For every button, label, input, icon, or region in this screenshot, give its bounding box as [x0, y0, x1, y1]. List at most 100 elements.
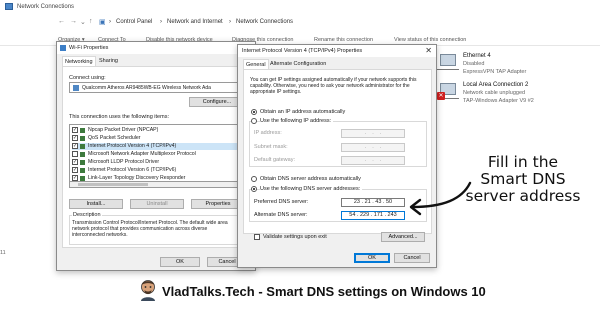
list-item[interactable]: ✓ QoS Packet Scheduler [72, 135, 242, 142]
preferred-dns-field[interactable]: 23 . 21 . 43 . 50 [341, 198, 405, 207]
component-icon [80, 136, 85, 141]
install-button[interactable]: Install... [69, 199, 123, 209]
address-bar[interactable]: ← → ⌄ ↑ ▣ › Control Panel › Network and … [0, 14, 600, 30]
subnet-mask-field[interactable]: . . . [341, 143, 405, 152]
avatar [141, 280, 155, 301]
uninstall-button[interactable]: Uninstall [130, 199, 184, 209]
item-count-fragment: 11 [0, 250, 6, 256]
adapter-local-area-connection-2[interactable]: ✕ Local Area Connection 2 Network cable … [435, 81, 600, 109]
network-folder-icon [5, 3, 13, 10]
default-gateway-field[interactable]: . . . [341, 156, 405, 165]
breadcrumb-network-connections[interactable]: Network Connections [236, 19, 293, 25]
adapter-icon [73, 85, 79, 91]
breadcrumb-control-panel[interactable]: Control Panel [116, 19, 152, 25]
component-label: Internet Protocol Version 4 (TCP/IPv4) [88, 143, 177, 149]
ipv4-properties-dialog: Internet Protocol Version 4 (TCP/IPv4) P… [237, 44, 437, 268]
component-icon [80, 144, 85, 149]
list-item[interactable]: Microsoft Network Adapter Multiplexor Pr… [72, 151, 242, 158]
validate-checkbox[interactable] [254, 234, 260, 240]
adapter-name: Qualcomm Atheros AR9485WB-EG Wireless Ne… [82, 85, 211, 91]
close-icon[interactable]: ✕ [425, 46, 432, 55]
use-following-dns-radio[interactable] [251, 186, 257, 192]
breadcrumb-network-internet[interactable]: Network and Internet [167, 19, 223, 25]
horizontal-scrollbar[interactable] [69, 182, 245, 188]
tab-networking[interactable]: Networking [62, 56, 96, 66]
tab-alternate-configuration[interactable]: Alternate Configuration [268, 59, 328, 69]
use-following-ip-radio[interactable] [251, 118, 257, 124]
disconnected-x-icon: ✕ [437, 92, 445, 100]
footer: VladTalks.Tech - Smart DNS settings on W… [0, 278, 600, 309]
subnet-mask-label: Subnet mask: [254, 144, 288, 150]
checkbox[interactable]: ✓ [72, 175, 78, 181]
obtain-ip-auto-label: Obtain an IP address automatically [260, 109, 346, 115]
intro-text: You can get IP settings assigned automat… [250, 77, 417, 95]
description-label: Description [72, 212, 102, 218]
components-list[interactable]: ✓ Npcap Packet Driver (NPCAP) ✓ QoS Pack… [69, 124, 245, 182]
control-panel-icon: ▣ [99, 19, 106, 26]
network-adapter-icon [437, 54, 459, 72]
list-item[interactable]: ✓ Internet Protocol Version 6 (TCP/IPv6) [72, 167, 242, 174]
adapter-driver: ExpressVPN TAP Adapter [463, 69, 527, 75]
scrollbar-thumb[interactable] [78, 183, 148, 186]
list-item[interactable]: ✓ Microsoft LLDP Protocol Driver [72, 159, 242, 166]
component-label: Npcap Packet Driver (NPCAP) [88, 127, 159, 133]
ip-address-label: IP address: [254, 130, 282, 136]
validate-label: Validate settings upon exit [263, 234, 327, 240]
checkbox[interactable] [72, 151, 78, 157]
checkbox[interactable]: ✓ [72, 159, 78, 165]
checkbox[interactable]: ✓ [72, 143, 78, 149]
advanced-button[interactable]: Advanced... [381, 232, 425, 242]
dialog-titlebar: Internet Protocol Version 4 (TCP/IPv4) P… [238, 45, 436, 57]
annotation-arrow-icon [409, 181, 472, 216]
chevron-down-icon[interactable]: ⌄ [80, 18, 86, 26]
obtain-ip-auto-radio[interactable] [251, 109, 257, 115]
forward-arrow-icon[interactable]: → [70, 18, 77, 25]
breadcrumb-separator: › [109, 19, 111, 25]
list-item[interactable]: ✓ Link-Layer Topology Discovery Responde… [72, 175, 242, 182]
ip-address-field[interactable]: . . . [341, 129, 405, 138]
use-following-dns-label: Use the following DNS server addresses: [260, 186, 363, 192]
back-arrow-icon[interactable]: ← [58, 18, 65, 25]
alternate-dns-field[interactable]: 54 . 229 . 171 . 243 [341, 211, 405, 220]
ok-button[interactable]: OK [160, 257, 200, 267]
obtain-dns-auto-radio[interactable] [251, 176, 257, 182]
component-icon [80, 168, 85, 173]
checkbox[interactable]: ✓ [72, 167, 78, 173]
ok-button[interactable]: OK [354, 253, 390, 263]
annotation-line-1: Fill in the [487, 153, 559, 171]
checkbox[interactable]: ✓ [72, 135, 78, 141]
breadcrumb-separator: › [160, 19, 162, 25]
wifi-adapter-icon [60, 45, 66, 51]
adapter-name: Local Area Connection 2 [463, 82, 529, 88]
use-following-ip-label: Use the following IP address: [260, 118, 334, 124]
list-item-selected[interactable]: ✓ Internet Protocol Version 4 (TCP/IPv4) [72, 143, 242, 150]
component-label: Microsoft Network Adapter Multiplexor Pr… [88, 151, 196, 157]
network-adapter-icon: ✕ [437, 83, 459, 101]
tab-general[interactable]: General [243, 59, 269, 69]
breadcrumb-separator: › [229, 19, 231, 25]
wifi-properties-dialog: Wi-Fi Properties Networking Sharing Conn… [56, 41, 256, 271]
obtain-dns-auto-label: Obtain DNS server address automatically [260, 176, 361, 182]
adapter-status: Disabled [463, 61, 485, 67]
view-status-button[interactable]: View status of this connection [394, 37, 466, 43]
checkbox[interactable]: ✓ [72, 127, 78, 133]
adapter-ethernet-4[interactable]: Ethernet 4 Disabled ExpressVPN TAP Adapt… [435, 52, 600, 80]
component-label: Link-Layer Topology Discovery Responder [88, 175, 186, 181]
rename-button[interactable]: Rename this connection [314, 37, 373, 43]
tab-sharing[interactable]: Sharing [97, 56, 120, 66]
component-icon [80, 152, 85, 157]
description-text: Transmission Control Protocol/Internet P… [72, 220, 228, 238]
cancel-button[interactable]: Cancel [394, 253, 430, 263]
component-icon [80, 128, 85, 133]
dialog-title: Internet Protocol Version 4 (TCP/IPv4) P… [242, 48, 363, 54]
preferred-dns-label: Preferred DNS server: [254, 199, 309, 205]
window-titlebar: Network Connections [0, 0, 600, 14]
default-gateway-label: Default gateway: [254, 157, 295, 163]
adapter-list: Ethernet 4 Disabled ExpressVPN TAP Adapt… [435, 48, 600, 118]
component-icon [80, 160, 85, 165]
component-label: Microsoft LLDP Protocol Driver [88, 159, 160, 165]
component-label: QoS Packet Scheduler [88, 135, 141, 141]
up-arrow-icon[interactable]: ↑ [89, 18, 93, 25]
list-item[interactable]: ✓ Npcap Packet Driver (NPCAP) [72, 127, 242, 134]
component-label: Internet Protocol Version 6 (TCP/IPv6) [88, 167, 177, 173]
